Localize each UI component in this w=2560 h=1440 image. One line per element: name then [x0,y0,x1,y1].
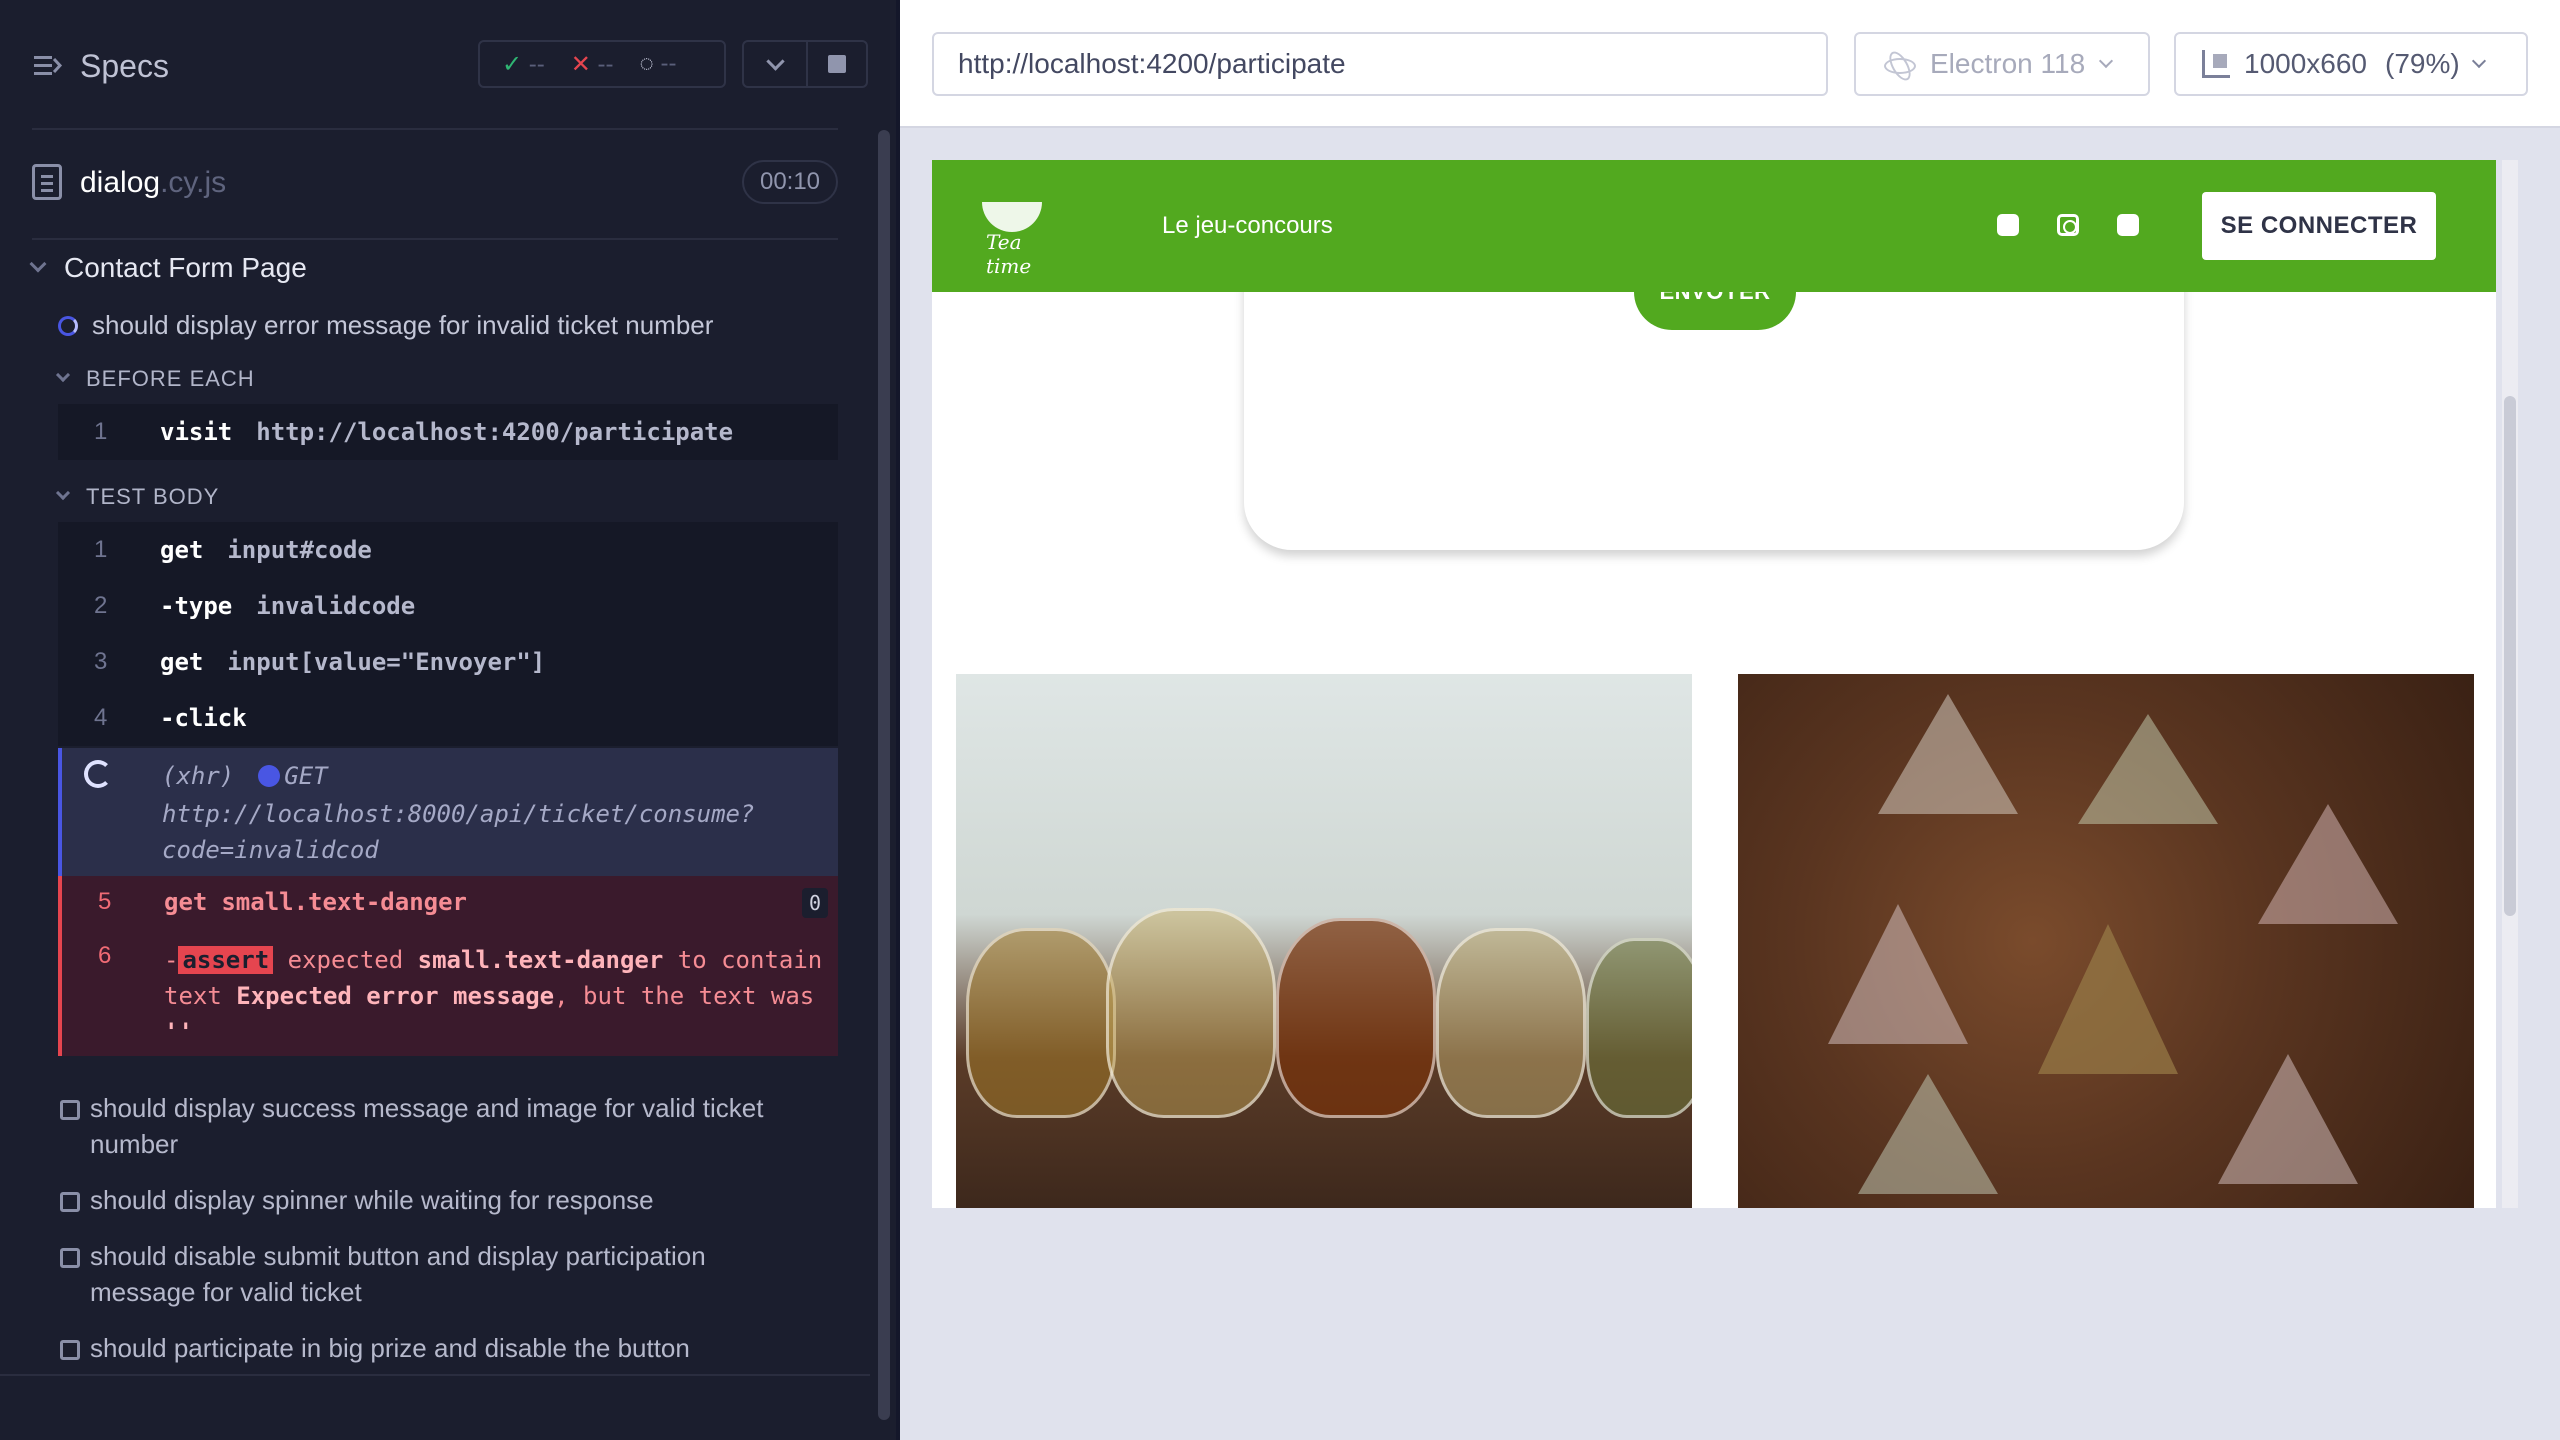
running-icon [58,315,78,336]
pending-test[interactable]: should participate in big prize and disa… [58,1330,818,1366]
spec-file-row: dialog.cy.js 00:10 [0,150,900,220]
test-body-toggle[interactable]: TEST BODY [55,484,219,510]
app-navbar: Tea time Le jeu-concours SE CONNECTER [932,160,2496,292]
reporter-header: Specs ✓ -- ✕ -- ◌ -- [0,0,900,130]
pending-stat: ◌ -- [639,50,677,77]
scrollbar-thumb[interactable] [878,130,890,1420]
twitter-icon[interactable] [2117,214,2139,236]
specs-title[interactable]: Specs [80,48,169,85]
spinner-icon: ◌ [639,50,654,77]
command-row[interactable]: 2 typeinvalidcode [58,578,838,634]
chevron-down-icon [29,255,47,273]
facebook-icon[interactable] [1997,214,2019,236]
failed-stat: ✕ -- [570,50,614,78]
browser-selector[interactable]: Electron 118 [1854,32,2150,96]
app-scrollbar[interactable] [2502,160,2518,1208]
command-row[interactable]: 4 click [58,690,838,746]
pending-test[interactable]: should disable submit button and display… [58,1238,818,1310]
spec-file-name[interactable]: dialog.cy.js [80,166,226,200]
element-count-badge: 0 [802,888,828,918]
before-each-commands: 1 visit http://localhost:4200/participate [58,404,838,460]
electron-icon [1884,49,1916,79]
pending-test[interactable]: should display spinner while waiting for… [58,1182,818,1218]
divider [32,238,838,240]
test-stats: ✓ -- ✕ -- ◌ -- [478,40,726,88]
suite-title[interactable]: Contact Form Page [29,252,307,284]
stop-button[interactable] [806,40,868,88]
participation-form-card: ENVOYER [1244,254,2184,550]
viewport-icon [2202,50,2230,78]
failed-get-command: get small.text-danger [164,888,467,916]
tea-bags-image [1738,674,2474,1208]
expand-toggle-button[interactable] [742,40,808,88]
viewport-selector[interactable]: 1000x660 (79%) [2174,32,2528,96]
chevron-down-icon [765,51,785,71]
cypress-reporter: Specs ✓ -- ✕ -- ◌ -- dialog.cy.js 00:10 … [0,0,900,1440]
stop-icon [828,55,846,73]
scrollbar-thumb[interactable] [2504,396,2516,916]
document-icon [32,164,62,200]
instagram-icon[interactable] [2057,214,2079,236]
nav-link-contest[interactable]: Le jeu-concours [1162,212,1333,240]
passed-stat: ✓ -- [502,50,545,78]
failed-command-block[interactable]: 5 get small.text-danger 0 6 - assert expec… [58,876,838,1056]
login-button[interactable]: SE CONNECTER [2202,192,2436,260]
check-icon: ✓ [502,50,523,78]
teapots-image [956,674,1692,1208]
test-body-commands: 1 getinput#code 2 typeinvalidcode 3 geti… [58,522,838,746]
teacup-icon [982,202,1042,232]
x-icon: ✕ [570,50,591,78]
app-under-test-panel: http://localhost:4200/participate Electr… [900,0,2560,1440]
active-test-title[interactable]: should display error message for invalid… [58,310,713,341]
command-row[interactable]: 1 visit http://localhost:4200/participate [58,404,838,460]
app-viewport: ENVOYER Tea time Le jeu-concours SE CONN… [932,160,2496,1208]
xhr-command-row[interactable]: (xhr) GET http://localhost:8000/api/ticke… [58,748,838,876]
pending-test[interactable]: should display success message and image… [58,1090,818,1162]
before-each-toggle[interactable]: BEFORE EACH [55,366,255,392]
chevron-down-icon [2099,53,2114,69]
aut-header: http://localhost:4200/participate Electr… [900,0,2560,128]
url-bar[interactable]: http://localhost:4200/participate [932,32,1828,96]
assertion-message: - assert expected small.text-danger to co… [164,946,823,1046]
chevron-down-icon [55,367,71,383]
command-row[interactable]: 1 get input#code [58,522,838,578]
specs-list-icon[interactable] [32,50,64,82]
command-name: visit http://localhost:4200/participate [160,418,734,446]
divider [32,128,838,130]
reporter-scrollbar[interactable] [874,130,892,1420]
loading-spinner-icon [84,760,112,788]
command-row[interactable]: 3 get input[value="Envoyer"] [58,634,838,690]
chevron-down-icon [2471,53,2486,69]
tea-time-logo[interactable]: Tea time [978,200,1058,278]
pending-dot-icon [258,765,281,787]
duration-badge: 00:10 [742,160,838,204]
divider [0,1374,870,1376]
chevron-down-icon [55,485,71,501]
